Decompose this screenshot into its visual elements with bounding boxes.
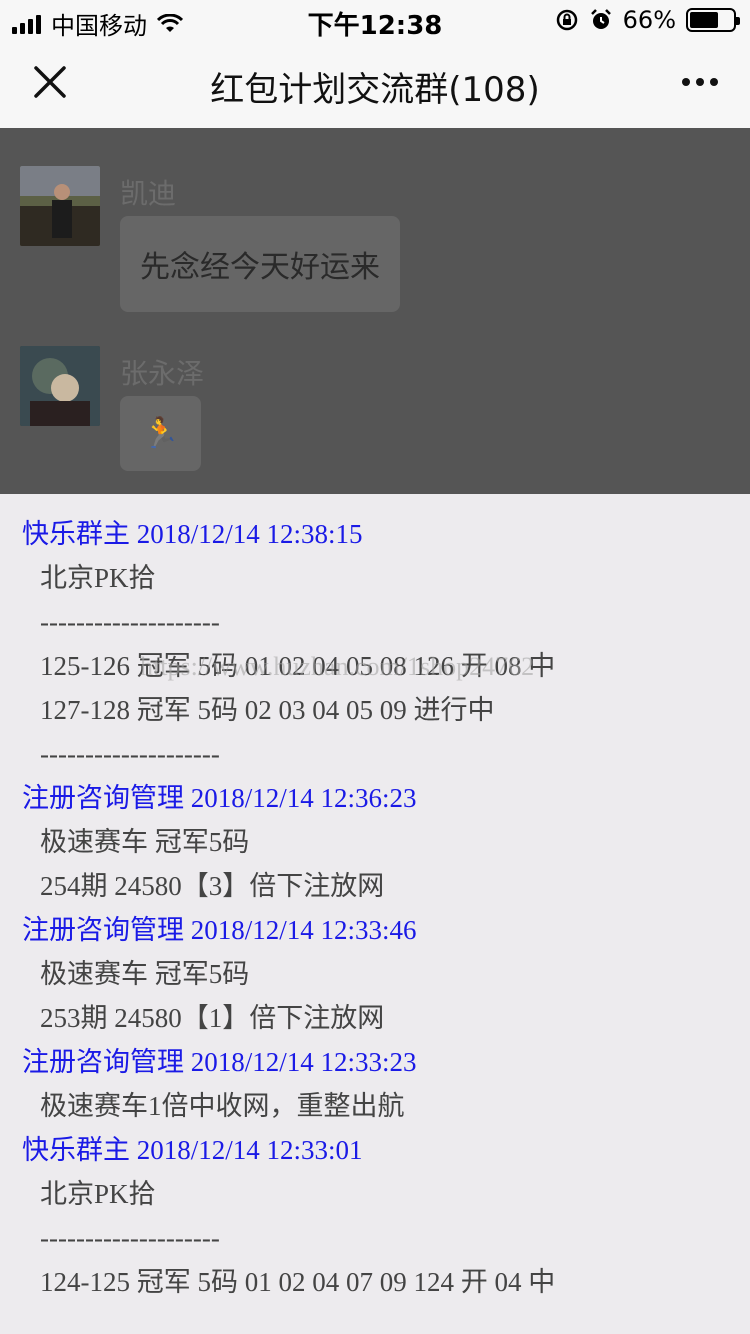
chat-message: 张永泽 🏃 bbox=[20, 346, 204, 471]
entry-line: 北京PK拾 bbox=[40, 1179, 156, 1209]
entry-header: 注册咨询管理 2018/12/14 12:33:23 bbox=[22, 1047, 417, 1077]
alarm-icon bbox=[590, 9, 611, 29]
message-bubble[interactable]: 先念经今天好运来 bbox=[120, 216, 400, 312]
title-bar: 红包计划交流群(108) bbox=[0, 40, 750, 128]
entry-header: 注册咨询管理 2018/12/14 12:33:46 bbox=[22, 915, 417, 945]
entry-line: 254期 24580【3】倍下注放网 bbox=[40, 871, 385, 901]
entry-line: 124-125 冠军 5码 01 02 04 07 09 124 开 04 中 bbox=[40, 1267, 556, 1297]
entry-header: 快乐群主 2018/12/14 12:38:15 bbox=[22, 519, 363, 549]
entry-line: 253期 24580【1】倍下注放网 bbox=[40, 1003, 385, 1033]
close-icon bbox=[34, 66, 66, 98]
entry-header: 快乐群主 2018/12/14 12:33:01 bbox=[22, 1135, 363, 1165]
entry-line: 极速赛车 冠军5码 bbox=[40, 959, 250, 989]
entry-line: 127-128 冠军 5码 02 03 04 05 09 进行中 bbox=[40, 695, 495, 725]
avatar[interactable] bbox=[20, 346, 100, 426]
entry-line: 125-126 冠军 5码 01 02 04 05 08 126 开 08 中 bbox=[40, 651, 556, 681]
entry-line: 极速赛车 冠军5码 bbox=[40, 827, 250, 857]
rotation-lock-icon bbox=[556, 9, 577, 31]
more-icon bbox=[682, 78, 690, 86]
chat-message: 凯迪 先念经今天好运来 bbox=[20, 166, 400, 312]
battery-icon bbox=[686, 8, 740, 32]
plan-list: 快乐群主 2018/12/14 12:38:15 北京PK拾 -----------… bbox=[0, 494, 750, 1304]
entry-line: 极速赛车1倍中收网，重整出航 bbox=[40, 1091, 405, 1121]
entry-line: -------------------- bbox=[40, 1223, 220, 1253]
avatar[interactable] bbox=[20, 166, 100, 246]
more-button[interactable] bbox=[670, 54, 730, 110]
plan-panel[interactable]: 快乐群主 2018/12/14 12:38:15 北京PK拾 -----------… bbox=[0, 494, 750, 1334]
sender-name: 张永泽 bbox=[120, 357, 205, 390]
entry-line: -------------------- bbox=[40, 739, 220, 769]
entry-line: 北京PK拾 bbox=[40, 563, 156, 593]
chat-area[interactable]: 凯迪 先念经今天好运来 张永泽 🏃 bbox=[0, 128, 750, 494]
message-bubble[interactable]: 🏃 bbox=[120, 396, 202, 471]
sender-name: 凯迪 bbox=[120, 177, 177, 210]
status-bar: 中国移动 下午12:38 66% bbox=[0, 0, 750, 41]
entry-line: -------------------- bbox=[40, 607, 220, 637]
battery-percent: 66% bbox=[622, 6, 676, 34]
close-button[interactable] bbox=[22, 54, 78, 110]
page-title: 红包计划交流群(108) bbox=[210, 70, 540, 110]
entry-header: 注册咨询管理 2018/12/14 12:36:23 bbox=[22, 783, 417, 813]
